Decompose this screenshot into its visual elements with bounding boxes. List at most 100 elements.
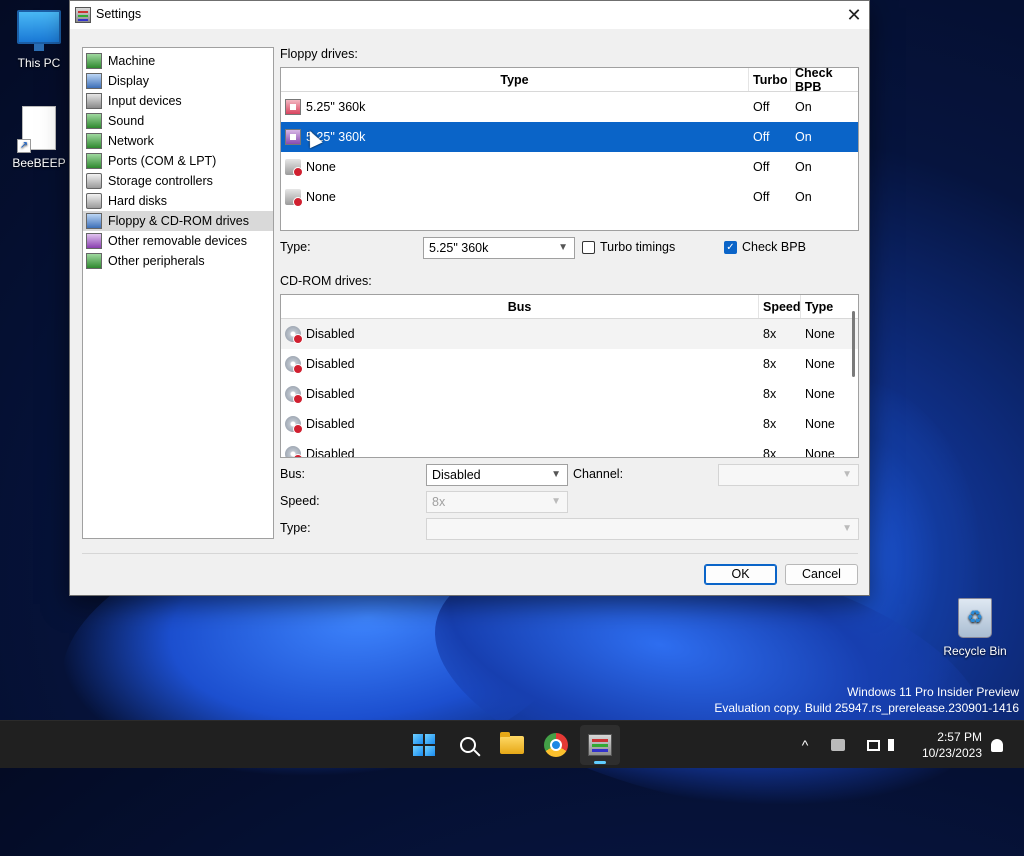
cell-speed: 8x	[763, 417, 777, 431]
column-header-bus[interactable]: Bus	[281, 295, 759, 318]
cdrom-table: Bus Speed Type Disabled 8x None Disabled…	[280, 294, 859, 458]
category-item-machine[interactable]: Machine	[83, 51, 273, 71]
category-item-sound[interactable]: Sound	[83, 111, 273, 131]
category-label: Hard disks	[108, 194, 168, 208]
cdrom-icon	[285, 326, 303, 344]
category-item-input-devices[interactable]: Input devices	[83, 91, 273, 111]
table-row[interactable]: Disabled 8x None	[281, 319, 858, 349]
floppy-cdrom-icon	[86, 213, 102, 229]
desktop-icon-label: BeeBEEP	[12, 156, 66, 170]
check-bpb-checkbox[interactable]: ✓	[724, 241, 737, 254]
turbo-timings-checkbox[interactable]	[582, 241, 595, 254]
bell-icon	[991, 738, 1003, 752]
column-header-speed[interactable]: Speed	[759, 295, 801, 318]
category-item-hard-disks[interactable]: Hard disks	[83, 191, 273, 211]
cell-type: None	[805, 447, 835, 458]
cell-turbo: Off	[753, 130, 770, 144]
network-icon	[866, 739, 880, 751]
search-icon	[460, 737, 476, 753]
chrome-button[interactable]	[536, 725, 576, 765]
cdrom-table-header: Bus Speed Type	[281, 295, 858, 319]
chevron-down-icon: ▼	[551, 469, 561, 480]
window-title: Settings	[96, 7, 142, 21]
chevron-down-icon: ▼	[842, 469, 852, 480]
cell-speed: 8x	[763, 447, 777, 458]
cdrom-speed-select: 8x ▼	[426, 491, 568, 513]
chevron-up-icon: ^	[801, 737, 809, 753]
column-header-type[interactable]: Type	[801, 295, 849, 318]
table-row[interactable]: None Off On	[281, 182, 858, 212]
check-bpb-label: Check BPB	[742, 240, 806, 254]
network-volume-button[interactable]	[858, 721, 908, 769]
emulator-app-button[interactable]	[580, 725, 620, 765]
close-button[interactable]: ✕	[839, 1, 869, 29]
cell-bus: Disabled	[306, 447, 355, 458]
table-row[interactable]: 5.25" 360k Off On	[281, 92, 858, 122]
cell-type: None	[805, 417, 835, 431]
table-row[interactable]: Disabled 8x None	[281, 349, 858, 379]
file-explorer-button[interactable]	[492, 725, 532, 765]
machine-icon	[86, 53, 102, 69]
category-label: Sound	[108, 114, 145, 128]
floppy-type-label: Type:	[280, 240, 311, 254]
desktop-icon-label: Recycle Bin	[943, 644, 1007, 658]
floppy-type-select[interactable]: 5.25" 360k ▼	[423, 237, 575, 259]
start-button[interactable]	[404, 725, 444, 765]
title-bar[interactable]: Settings ✕	[70, 1, 869, 29]
peripherals-icon	[86, 253, 102, 269]
cell-type: None	[306, 160, 336, 174]
clock-time: 2:57 PM	[937, 730, 982, 744]
evaluation-watermark: Windows 11 Pro Insider Preview Evaluatio…	[714, 684, 1019, 716]
category-item-floppy-cdrom[interactable]: Floppy & CD-ROM drives	[83, 211, 273, 231]
category-item-storage-controllers[interactable]: Storage controllers	[83, 171, 273, 191]
chevron-down-icon: ▼	[551, 496, 561, 507]
floppy-type-value: 5.25" 360k	[429, 241, 489, 255]
category-item-display[interactable]: Display	[83, 71, 273, 91]
table-row-selected[interactable]: 5.25" 360k Off On	[281, 122, 858, 152]
table-row[interactable]: Disabled 8x None	[281, 439, 858, 458]
cell-bus: Disabled	[306, 357, 355, 371]
column-header-turbo[interactable]: Turbo	[749, 68, 791, 91]
cdrom-scrollbar[interactable]	[852, 311, 855, 377]
category-item-network[interactable]: Network	[83, 131, 273, 151]
cell-speed: 8x	[763, 357, 777, 371]
turbo-timings-label: Turbo timings	[600, 240, 676, 254]
category-item-other-removable[interactable]: Other removable devices	[83, 231, 273, 251]
volume-muted-icon	[887, 739, 900, 751]
tray-app-button[interactable]	[826, 721, 850, 769]
show-hidden-icons-button[interactable]: ^	[794, 721, 816, 769]
input-devices-icon	[86, 93, 102, 109]
desktop-icon-recycle-bin[interactable]: Recycle Bin	[940, 598, 1010, 658]
category-label: Other removable devices	[108, 234, 247, 248]
removable-devices-icon	[86, 233, 102, 249]
search-button[interactable]	[448, 725, 488, 765]
cell-speed: 8x	[763, 387, 777, 401]
floppy-icon	[285, 129, 301, 145]
clock[interactable]: 2:57 PM 10/23/2023	[912, 729, 982, 761]
cancel-button[interactable]: Cancel	[785, 564, 858, 585]
desktop-icon-this-pc[interactable]: This PC	[4, 10, 74, 70]
floppy-icon	[285, 99, 301, 115]
cdrom-bus-select[interactable]: Disabled ▼	[426, 464, 568, 486]
app-icon	[75, 7, 91, 23]
category-item-other-peripherals[interactable]: Other peripherals	[83, 251, 273, 271]
column-header-type[interactable]: Type	[281, 68, 749, 91]
category-item-ports[interactable]: Ports (COM & LPT)	[83, 151, 273, 171]
windows-start-icon	[413, 734, 435, 756]
desktop-icon-beebeep[interactable]: BeeBEEP	[4, 106, 74, 170]
table-row[interactable]: Disabled 8x None	[281, 379, 858, 409]
table-row[interactable]: Disabled 8x None	[281, 409, 858, 439]
table-row[interactable]: None Off On	[281, 152, 858, 182]
cell-bus: Disabled	[306, 387, 355, 401]
cell-type: None	[805, 357, 835, 371]
category-label: Machine	[108, 54, 156, 68]
category-label: Display	[108, 74, 149, 88]
cdrom-speed-value: 8x	[432, 495, 446, 509]
floppy-table-header: Type Turbo Check BPB	[281, 68, 858, 94]
ok-button[interactable]: OK	[704, 564, 777, 585]
column-header-check-bpb[interactable]: Check BPB	[791, 68, 858, 94]
cdrom-type-select: ▼	[426, 518, 859, 540]
notifications-button[interactable]	[986, 721, 1008, 769]
ports-icon	[86, 153, 102, 169]
chrome-icon	[544, 733, 568, 757]
